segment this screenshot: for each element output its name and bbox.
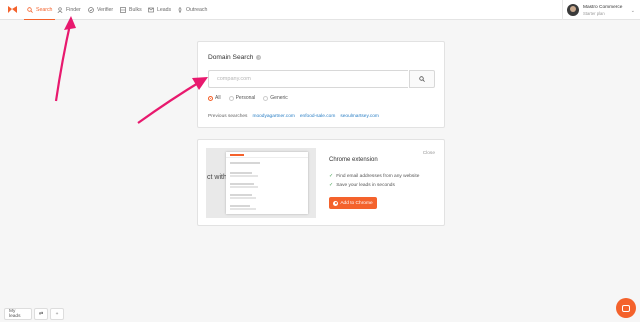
filter-personal[interactable]: Personal <box>228 95 256 101</box>
swap-icon[interactable]: ⇄ <box>34 308 48 320</box>
extension-preview-image: ct with <box>206 148 316 218</box>
chevron-down-icon: ⌄ <box>630 8 635 14</box>
nav-label: Verifier <box>97 7 114 13</box>
outreach-icon <box>178 7 182 13</box>
previous-searches: Previous searches moodyagartner.com enfo… <box>208 114 379 119</box>
nav-leads[interactable]: Leads <box>148 0 171 20</box>
domain-search-card: Domain Search ? All Personal Generic Pre… <box>197 41 445 128</box>
check-icon: ✓ <box>329 173 334 179</box>
previous-search-link[interactable]: enfood-sale.com <box>300 114 335 119</box>
chat-support-button[interactable] <box>616 298 636 318</box>
search-icon <box>419 76 425 82</box>
filter-all[interactable]: All <box>208 95 221 101</box>
extension-feature: ✓ Save your leads in seconds <box>329 182 395 188</box>
feature-text: Find email addresses from any website <box>336 173 420 179</box>
add-to-chrome-button[interactable]: Add to Chrome <box>329 197 377 209</box>
feature-text: Save your leads in seconds <box>336 182 395 188</box>
hunter-logo-icon[interactable] <box>7 5 18 14</box>
filter-label: All <box>215 95 221 101</box>
nav-label: Search <box>36 7 53 13</box>
filter-label: Personal <box>235 95 256 101</box>
person-icon <box>57 7 63 13</box>
previous-search-link[interactable]: moodyagartner.com <box>252 114 294 119</box>
my-leads-label: My leads <box>9 309 21 319</box>
nav-finder[interactable]: Finder <box>57 0 81 20</box>
extension-title: Chrome extension <box>329 157 378 163</box>
domain-search-input[interactable] <box>208 70 408 88</box>
filter-generic[interactable]: Generic <box>263 95 288 101</box>
leads-icon <box>148 7 154 13</box>
domain-search-title: Domain Search ? <box>208 54 262 61</box>
user-menu[interactable]: Mastro Commerce Starter plan ⌄ <box>562 0 640 20</box>
nav-label: Bulks <box>129 7 142 13</box>
add-to-chrome-label: Add to Chrome <box>340 200 373 206</box>
nav-search[interactable]: Search <box>23 0 56 20</box>
radio-selected-icon <box>208 95 213 101</box>
check-circle-icon <box>88 7 94 13</box>
top-navigation: Search Finder Verifier Bulks Leads Outre… <box>0 0 640 20</box>
user-name: Mastro Commerce <box>583 4 623 10</box>
email-type-filter: All Personal Generic <box>208 95 288 101</box>
radio-icon <box>263 95 269 101</box>
preview-text: ct with <box>207 174 227 181</box>
nav-label: Leads <box>157 7 172 13</box>
check-icon: ✓ <box>329 182 334 188</box>
chat-icon <box>622 304 630 312</box>
chrome-icon <box>333 200 339 206</box>
bottom-toolbar: My leads ⇄ + <box>4 308 64 320</box>
nav-outreach[interactable]: Outreach <box>177 0 207 20</box>
nav-bulks[interactable]: Bulks <box>120 0 142 20</box>
avatar <box>567 4 579 16</box>
radio-icon <box>228 95 234 101</box>
filter-label: Generic <box>270 95 288 101</box>
nav-label: Finder <box>66 7 81 13</box>
my-leads-button[interactable]: My leads <box>4 308 32 320</box>
search-icon <box>27 7 33 13</box>
nav-label: Outreach <box>186 7 208 13</box>
close-button[interactable]: Close <box>423 151 435 156</box>
help-icon[interactable]: ? <box>256 55 262 60</box>
domain-search-heading: Domain Search <box>208 54 254 61</box>
chrome-extension-card: ct with Close Chrome extension ✓ Find em… <box>197 139 445 226</box>
previous-search-link[interactable]: seoulmartsey.com <box>340 114 379 119</box>
add-icon[interactable]: + <box>50 308 64 320</box>
user-plan: Starter plan <box>583 10 605 16</box>
arrow-to-finder <box>54 16 76 102</box>
search-submit-button[interactable] <box>409 70 435 88</box>
nav-verifier[interactable]: Verifier <box>88 0 113 20</box>
extension-feature: ✓ Find email addresses from any website <box>329 173 419 179</box>
previous-searches-label: Previous searches <box>208 114 248 119</box>
grid-icon <box>120 7 126 13</box>
preview-popup <box>226 152 308 214</box>
